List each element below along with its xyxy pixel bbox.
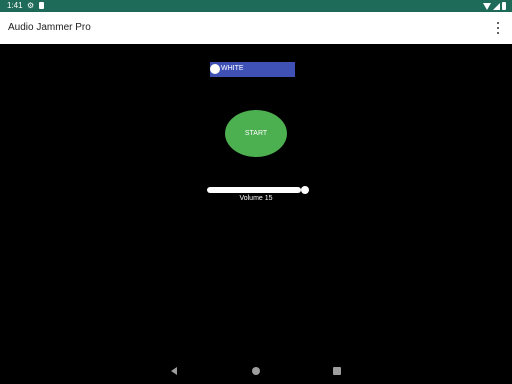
- settings-icon: ⚙: [27, 1, 35, 10]
- toggle-knob: [210, 64, 220, 74]
- status-time: 1:41: [7, 1, 23, 10]
- app-title: Audio Jammer Pro: [8, 22, 91, 33]
- back-icon[interactable]: [171, 367, 177, 375]
- status-indicators: [483, 2, 506, 10]
- volume-track: [207, 187, 301, 193]
- status-bar: 1:41 ⚙: [0, 0, 512, 12]
- noise-type-label: WHITE: [221, 65, 244, 72]
- app-screen: 1:41 ⚙ Audio Jammer Pro WHITE START Volu…: [0, 0, 512, 384]
- signal-icon: [493, 2, 500, 10]
- overflow-menu-icon[interactable]: [492, 22, 504, 34]
- volume-thumb[interactable]: [301, 186, 309, 194]
- start-button[interactable]: START: [225, 110, 287, 157]
- recents-icon[interactable]: [333, 367, 341, 375]
- app-bar: Audio Jammer Pro: [0, 12, 512, 44]
- volume-slider[interactable]: [207, 186, 309, 194]
- wifi-icon: [483, 2, 491, 10]
- navigation-bar: [0, 360, 512, 384]
- start-label: START: [244, 130, 268, 137]
- sd-card-icon: [39, 2, 44, 9]
- home-icon[interactable]: [252, 367, 260, 375]
- noise-type-toggle[interactable]: WHITE: [210, 62, 295, 77]
- battery-icon: [502, 2, 506, 10]
- volume-label: Volume 15: [239, 195, 273, 202]
